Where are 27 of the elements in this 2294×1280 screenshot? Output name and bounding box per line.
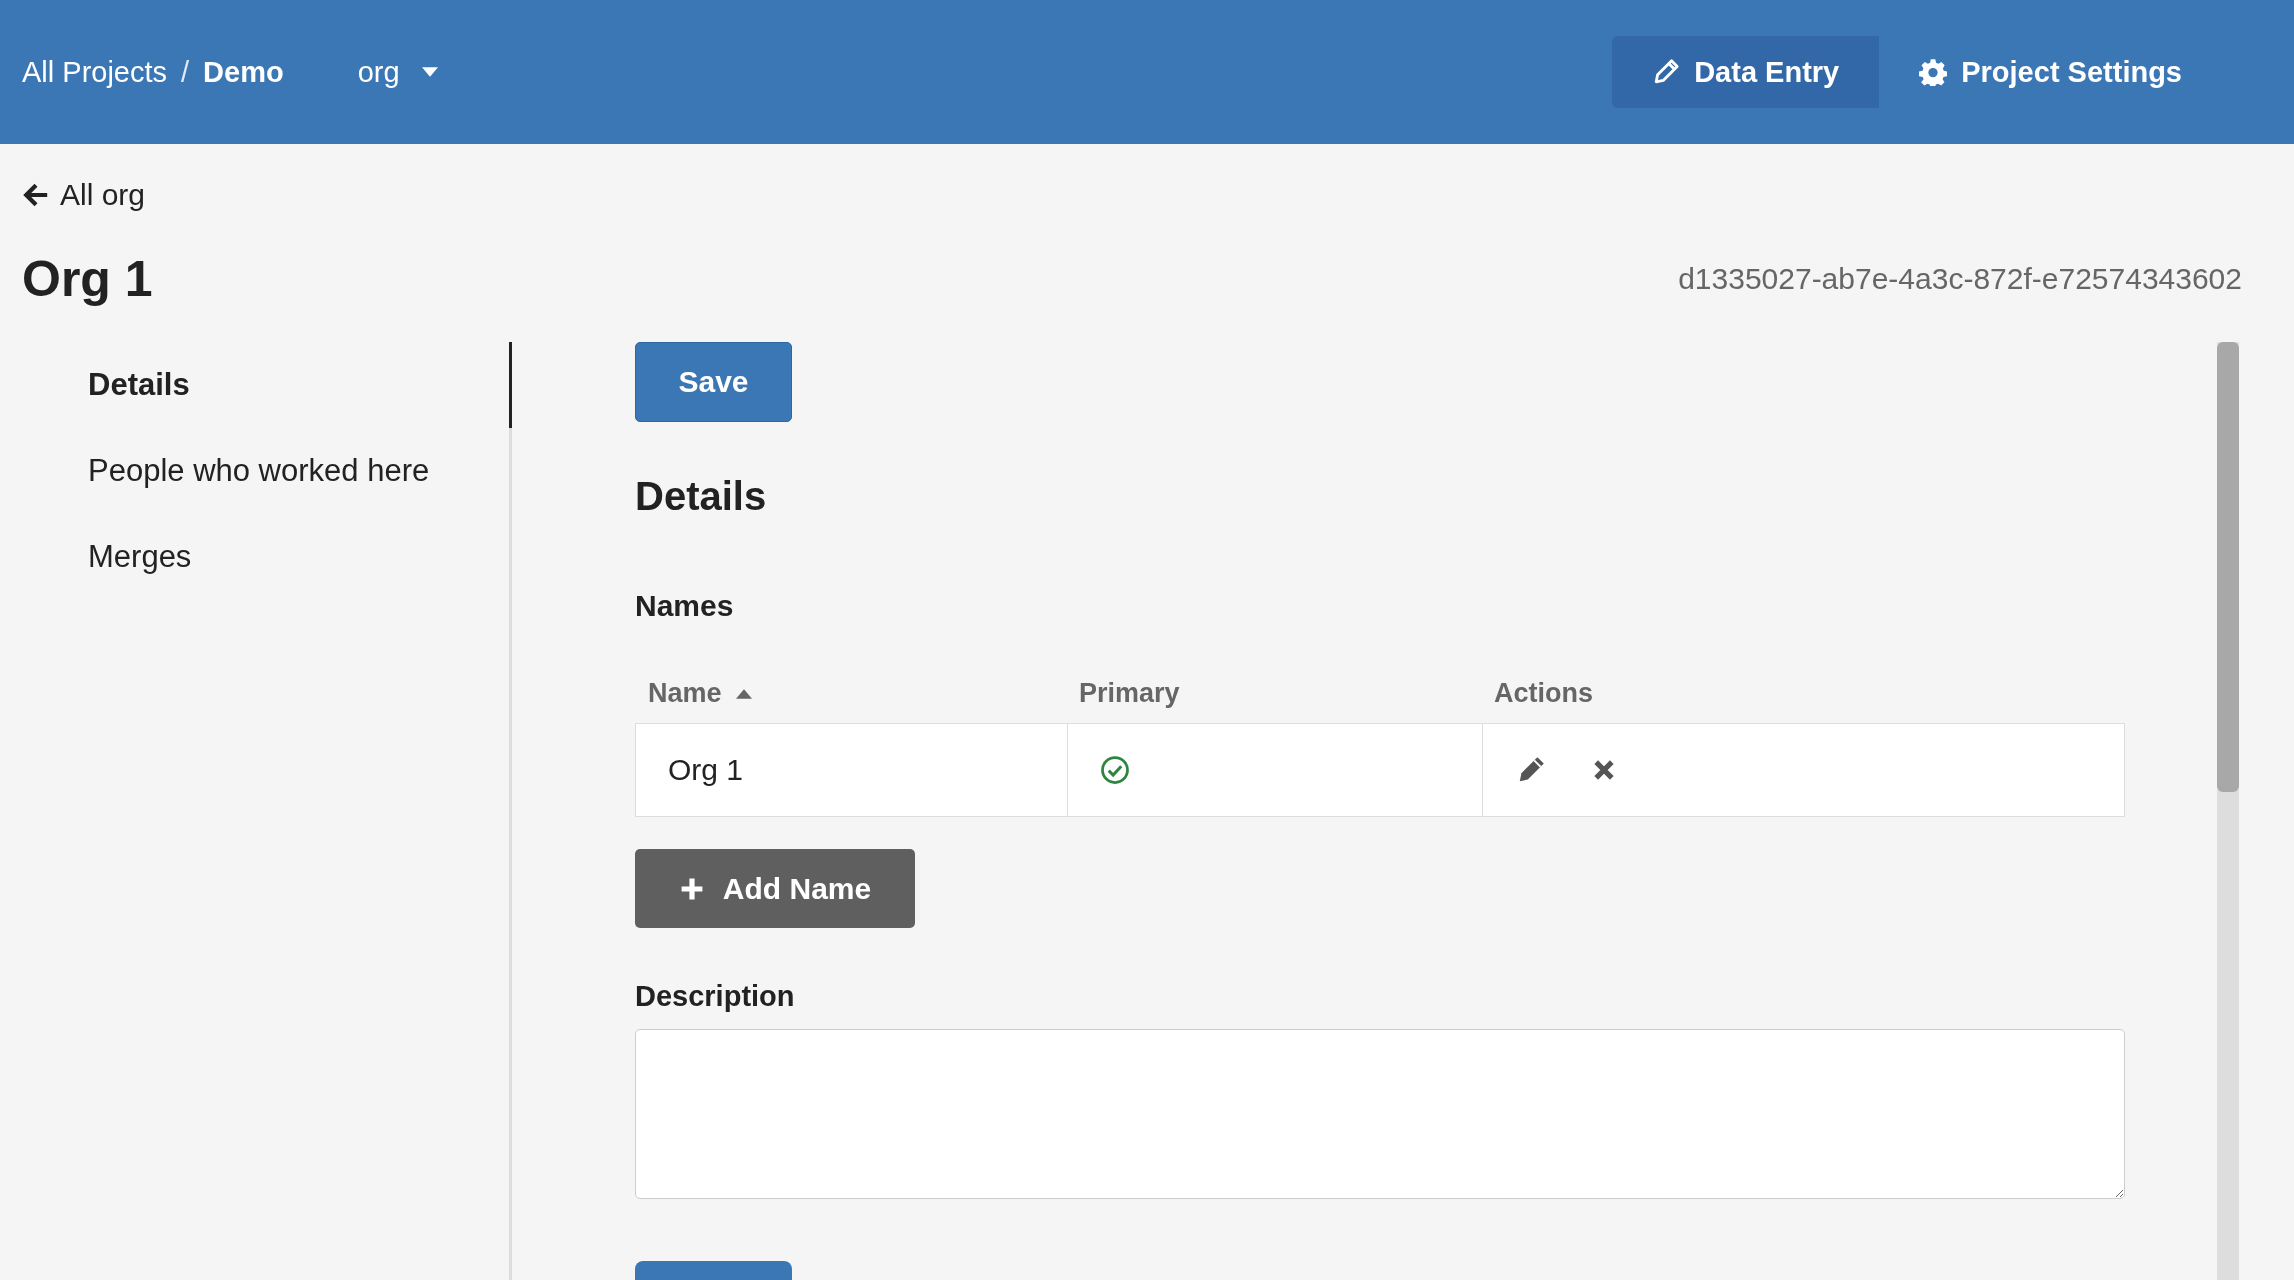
back-arrow-icon xyxy=(22,181,50,209)
sidebar-item[interactable]: Details xyxy=(0,342,512,428)
name-cell: Org 1 xyxy=(668,753,744,787)
section-title: Details xyxy=(635,474,767,519)
record-id: d1335027-ab7e-4a3c-872f-e72574343602 xyxy=(1678,262,2242,296)
data-entry-tab[interactable]: Data Entry xyxy=(1612,36,1880,108)
sidebar-item[interactable]: People who worked here xyxy=(0,428,512,514)
page-title: Org 1 xyxy=(22,250,153,308)
column-header[interactable]: Actions xyxy=(1494,678,1593,709)
description-label: Description xyxy=(635,980,795,1013)
breadcrumb-separator: / xyxy=(181,55,190,89)
column-header[interactable]: Name xyxy=(648,678,722,709)
breadcrumb-link[interactable]: All Projects xyxy=(22,55,168,89)
type-dropdown[interactable]: org xyxy=(357,55,438,89)
column-header[interactable]: Primary xyxy=(1079,678,1180,709)
pencil-icon xyxy=(1652,58,1681,86)
back-link[interactable]: All org xyxy=(22,178,146,212)
save-button[interactable]: Save xyxy=(635,342,792,422)
sidebar-item[interactable]: Merges xyxy=(0,514,512,600)
breadcrumb-link[interactable]: Demo xyxy=(203,55,284,89)
scrollbar[interactable] xyxy=(2217,342,2239,1280)
caret-icon xyxy=(421,67,438,77)
description-field[interactable] xyxy=(635,1029,2125,1199)
settings-icon xyxy=(1919,58,1948,86)
settings-tab[interactable]: Project Settings xyxy=(1879,36,2222,108)
add-name-button[interactable]: Add Name xyxy=(635,849,915,928)
names-heading: Names xyxy=(635,589,734,623)
